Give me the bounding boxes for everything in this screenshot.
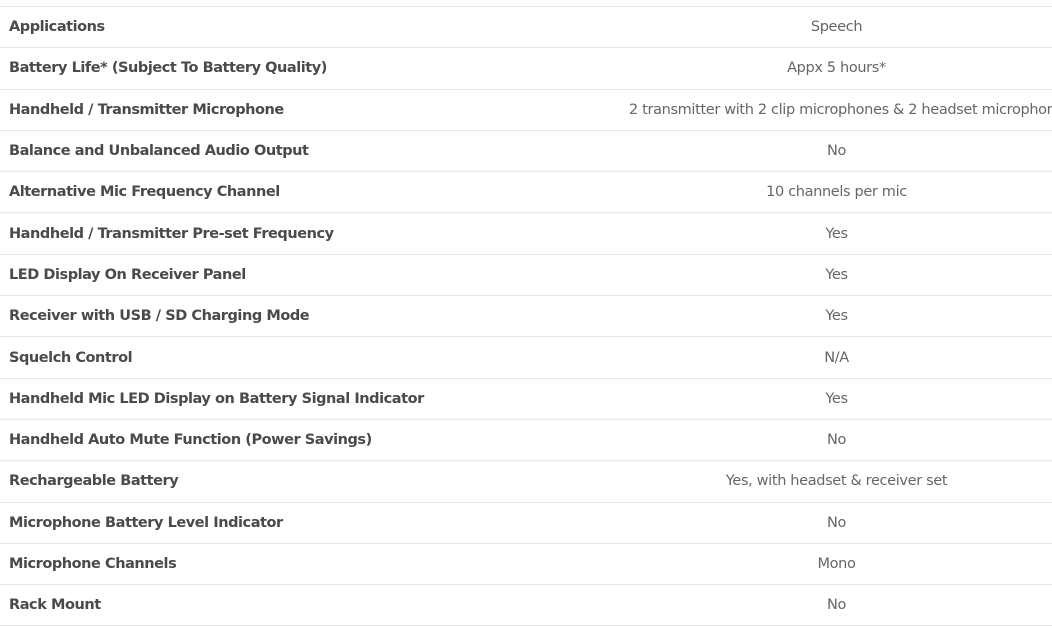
spec-value: Yes xyxy=(825,308,848,325)
spec-label: Microphone Channels xyxy=(9,556,177,572)
spec-value: 2 transmitter with 2 clip microphones & … xyxy=(629,101,1052,118)
spec-row: Battery Life* (Subject To Battery Qualit… xyxy=(0,47,1052,89)
spec-label: Receiver with USB / SD Charging Mode xyxy=(9,308,310,325)
spec-row: Rack Mount No xyxy=(0,584,1052,626)
spec-label: Handheld Mic LED Display on Battery Sign… xyxy=(9,390,424,407)
spec-row: Squelch Control N/A xyxy=(0,336,1052,378)
spec-row: Microphone Battery Level Indicator No xyxy=(0,502,1052,543)
spec-row: Handheld / Transmitter Microphone 2 tran… xyxy=(0,89,1052,130)
spec-label: Handheld / Transmitter Pre-set Frequency xyxy=(9,225,334,242)
spec-value: 10 channels per mic xyxy=(766,184,907,201)
spec-value: Yes xyxy=(825,225,848,242)
spec-row: Handheld Auto Mute Function (Power Savin… xyxy=(0,419,1052,460)
spec-row: Handheld Mic LED Display on Battery Sign… xyxy=(0,378,1052,419)
spec-value: Yes xyxy=(825,390,848,407)
spec-row: Receiver with USB / SD Charging Mode Yes xyxy=(0,295,1052,337)
spec-value: Mono xyxy=(817,556,856,572)
spec-label: Handheld / Transmitter Microphone xyxy=(9,101,284,118)
spec-label: Squelch Control xyxy=(9,349,133,366)
spec-value: Appx 5 hours* xyxy=(787,60,886,77)
spec-label: Microphone Battery Level Indicator xyxy=(9,514,283,531)
spec-label: Alternative Mic Frequency Channel xyxy=(9,184,280,201)
spec-row: LED Display On Receiver Panel Yes xyxy=(0,254,1052,295)
spec-value: Speech xyxy=(810,19,863,36)
spec-row: Balance and Unbalanced Audio Output No xyxy=(0,130,1052,171)
spec-value: No xyxy=(826,514,847,531)
spec-row: Rechargeable Battery Yes, with headset &… xyxy=(0,460,1052,502)
spec-label: Battery Life* (Subject To Battery Qualit… xyxy=(9,60,327,77)
specifications-table: Applications Speech Battery Life* (Subje… xyxy=(0,6,1052,626)
spec-row: Microphone Channels Mono xyxy=(0,543,1052,584)
spec-value: No xyxy=(826,597,847,614)
spec-row: Handheld / Transmitter Pre-set Frequency… xyxy=(0,212,1052,254)
spec-value: N/A xyxy=(824,349,849,366)
spec-label: Handheld Auto Mute Function (Power Savin… xyxy=(9,432,372,449)
spec-label: Balance and Unbalanced Audio Output xyxy=(9,143,309,160)
spec-value: No xyxy=(826,432,847,449)
spec-label: Rack Mount xyxy=(9,597,101,614)
spec-row: Alternative Mic Frequency Channel 10 cha… xyxy=(0,171,1052,213)
spec-label: Applications xyxy=(9,19,105,36)
spec-row: Applications Speech xyxy=(0,6,1052,48)
spec-value: Yes xyxy=(825,266,848,283)
spec-value: No xyxy=(826,143,847,160)
spec-label: Rechargeable Battery xyxy=(9,473,179,490)
spec-label: LED Display On Receiver Panel xyxy=(9,266,246,283)
spec-value: Yes, with headset & receiver set xyxy=(725,473,948,490)
